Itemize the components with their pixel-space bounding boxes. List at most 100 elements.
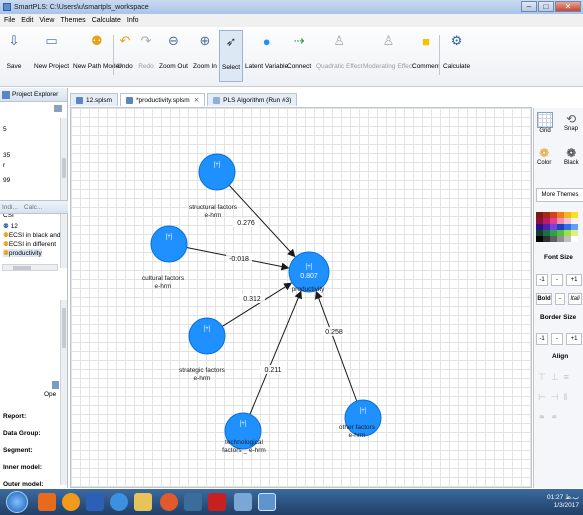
title-bar: SmartPLS: C:\Users\u\smartpls_workspace …: [0, 0, 583, 14]
undo-icon: ↶: [119, 33, 131, 48]
font-size-reset-button[interactable]: -: [551, 274, 563, 286]
select-button[interactable]: ➶ Select: [219, 30, 244, 82]
r-squared-value: 0.807: [300, 273, 318, 280]
color-button[interactable]: ❁ Color: [537, 146, 551, 166]
font-size-increase-button[interactable]: +1: [566, 274, 582, 286]
app-icon[interactable]: [234, 493, 252, 511]
word-icon[interactable]: [86, 493, 104, 511]
minimize-button[interactable]: –: [521, 1, 537, 12]
explorer-toolbar-icon[interactable]: [54, 105, 62, 112]
latent-variable-button[interactable]: ● Latent Variable: [245, 33, 288, 71]
font-size-decrease-button[interactable]: -1: [536, 274, 548, 286]
grid-toggle[interactable]: Grid: [537, 112, 553, 134]
acrobat-icon[interactable]: [208, 493, 226, 511]
color-swatch-grid[interactable]: [536, 212, 582, 242]
expand-marker[interactable]: [+]: [306, 264, 313, 270]
color-swatch[interactable]: [543, 236, 550, 242]
distribute-icons[interactable]: ⚭⚭: [538, 412, 563, 423]
tree-item[interactable]: 99: [3, 177, 10, 184]
explorer-scroll-thumb[interactable]: [62, 158, 66, 178]
menu-file[interactable]: File: [4, 17, 15, 24]
internet-explorer-icon[interactable]: [110, 493, 128, 511]
undo-button[interactable]: ↶ Undo: [117, 33, 133, 70]
tab-productivity-splsm[interactable]: *productivity.splsm ✕: [120, 93, 206, 106]
color-swatch[interactable]: [571, 236, 578, 242]
model-tab-icon: [76, 96, 83, 104]
snap-toggle[interactable]: ⟲ Snap: [564, 112, 578, 132]
opera-icon[interactable]: [160, 493, 178, 511]
redo-button[interactable]: ↷ Redo: [138, 33, 154, 70]
close-button[interactable]: ✕: [555, 1, 581, 12]
latent-variable-cultural[interactable]: [150, 225, 188, 263]
model-tab-icon: [126, 96, 134, 104]
close-tab-icon[interactable]: ✕: [194, 96, 199, 104]
menu-view[interactable]: View: [39, 17, 54, 24]
media-player-icon[interactable]: [38, 493, 56, 511]
save-button[interactable]: ⇩ Save: [6, 33, 22, 70]
border-size-reset-button[interactable]: -: [551, 333, 563, 345]
smartpls-taskbar-icon[interactable]: [258, 493, 276, 511]
theme-palette: Grid ⟲ Snap ❁ Color ❁ Black More Themes …: [533, 108, 583, 488]
expand-marker[interactable]: [+]: [214, 162, 221, 168]
new-project-icon: ▭: [45, 33, 58, 48]
tree-item[interactable]: r: [3, 162, 5, 169]
quadratic-effect-button[interactable]: ♙ Quadratic Effect: [316, 33, 363, 70]
toolbar-separator: [113, 35, 114, 75]
expand-marker[interactable]: [+]: [166, 234, 173, 240]
align-vertical-icons[interactable]: ⊤⊥≡: [538, 372, 574, 383]
calculate-button[interactable]: ⚙ Calculate: [443, 33, 470, 70]
menu-edit[interactable]: Edit: [21, 17, 33, 24]
open-icon[interactable]: [52, 381, 59, 389]
tab-pls-algorithm-run[interactable]: PLS Algorithm (Run #3): [207, 93, 298, 106]
path-arrow-technological[interactable]: [249, 290, 302, 415]
more-themes-button[interactable]: More Themes: [536, 188, 583, 202]
start-button[interactable]: [6, 491, 28, 513]
model-canvas[interactable]: 0.276 -0.018 0.312 0.211 0.258 [+] structural…: [70, 107, 532, 488]
tree-item[interactable]: 5: [3, 126, 7, 133]
path-arrow-strategic[interactable]: [221, 282, 293, 327]
latent-variable-strategic[interactable]: [188, 317, 226, 355]
black-theme-button[interactable]: ❁ Black: [564, 146, 579, 166]
inner-model-label: Inner model:: [3, 464, 43, 471]
zoom-out-button[interactable]: ⊖ Zoom Out: [159, 33, 188, 70]
bold-button[interactable]: Bold: [536, 293, 552, 305]
node-sublabel-cultural: e-hrm: [155, 283, 172, 290]
zoom-in-button[interactable]: ⊕ Zoom In: [193, 33, 217, 70]
latent-variable-structural[interactable]: [198, 153, 236, 191]
color-swatch[interactable]: [536, 236, 543, 242]
maximize-button[interactable]: □: [538, 1, 554, 12]
color-palette-icon: ❁: [539, 146, 550, 160]
data-group-label: Data Group:: [3, 430, 41, 437]
tree-item[interactable]: 35: [3, 152, 10, 159]
tab-12-splsm[interactable]: 12.splsm: [70, 93, 119, 106]
project-explorer-tab[interactable]: Project Explorer: [0, 88, 67, 102]
menu-calculate[interactable]: Calculate: [92, 17, 121, 24]
menu-themes[interactable]: Themes: [60, 17, 85, 24]
firefox-icon[interactable]: [62, 493, 80, 511]
calculation-tab[interactable]: Calc...: [24, 204, 42, 211]
properties-scrollbar[interactable]: [60, 300, 67, 485]
color-swatch[interactable]: [564, 236, 571, 242]
italic-button[interactable]: Itali: [568, 293, 582, 305]
moderating-effect-button[interactable]: ♙ Moderating Effect: [363, 33, 414, 70]
properties-scroll-thumb[interactable]: [62, 308, 66, 348]
color-swatch[interactable]: [550, 236, 557, 242]
menu-info[interactable]: Info: [127, 17, 139, 24]
path-arrow-other[interactable]: [314, 290, 358, 402]
properties-panel: Ope Report: Data Group: Segment: Inner m…: [0, 215, 68, 488]
border-size-decrease-button[interactable]: -1: [536, 333, 548, 345]
connect-button[interactable]: ⇢ Connect: [287, 33, 311, 70]
app-icon[interactable]: [184, 493, 202, 511]
border-size-increase-button[interactable]: +1: [566, 333, 582, 345]
expand-marker[interactable]: [+]: [360, 408, 367, 414]
expand-marker[interactable]: [+]: [240, 421, 247, 427]
file-explorer-icon[interactable]: [134, 493, 152, 511]
font-style-reset-button[interactable]: -: [555, 293, 565, 305]
expand-marker[interactable]: [+]: [204, 326, 211, 332]
new-project-button[interactable]: ▭ New Project: [34, 33, 69, 70]
color-swatch[interactable]: [557, 236, 564, 242]
comment-button[interactable]: ■ Comment: [412, 33, 440, 71]
align-horizontal-icons[interactable]: ⊢⊣‖: [538, 392, 572, 403]
indicators-tab[interactable]: Indi...: [2, 204, 18, 211]
smartpls-app-icon: [3, 3, 11, 11]
